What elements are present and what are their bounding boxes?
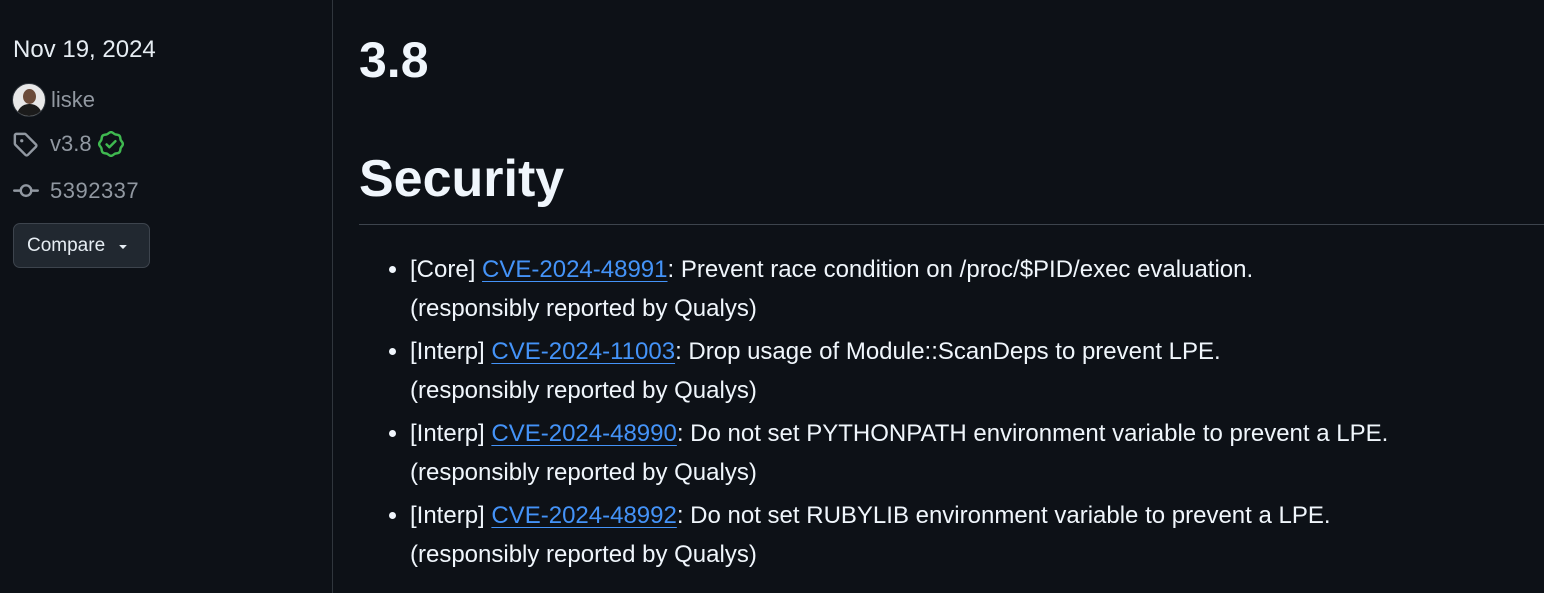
list-item: [Core] CVE-2024-48991: Prevent race cond… bbox=[410, 250, 1544, 328]
avatar[interactable] bbox=[12, 83, 46, 117]
release-page: Nov 19, 2024 liske v3.8 5392337 Compare … bbox=[0, 0, 1544, 593]
item-component: [Interp] bbox=[410, 502, 492, 529]
item-credit: (responsibly reported by Qualys) bbox=[410, 295, 757, 322]
release-sidebar: Nov 19, 2024 liske v3.8 5392337 Compare bbox=[0, 0, 333, 593]
cve-link[interactable]: CVE-2024-48992 bbox=[491, 502, 676, 529]
triangle-down-icon bbox=[115, 238, 131, 254]
commit-sha[interactable]: 5392337 bbox=[50, 178, 139, 204]
item-description: : Do not set PYTHONPATH environment vari… bbox=[676, 420, 1389, 447]
tag-icon bbox=[12, 131, 50, 157]
item-credit: (responsibly reported by Qualys) bbox=[410, 459, 757, 486]
verified-check-icon[interactable] bbox=[97, 131, 124, 157]
list-item: [Interp] CVE-2024-11003: Drop usage of M… bbox=[410, 332, 1544, 410]
item-description: : Drop usage of Module::ScanDeps to prev… bbox=[675, 338, 1221, 365]
release-tag[interactable]: v3.8 bbox=[12, 131, 124, 157]
release-date: Nov 19, 2024 bbox=[13, 36, 156, 63]
release-title[interactable]: 3.8 bbox=[359, 30, 429, 90]
release-author[interactable]: liske bbox=[12, 83, 95, 117]
list-item: [Interp] CVE-2024-48992: Do not set RUBY… bbox=[410, 496, 1544, 574]
heading-divider bbox=[359, 224, 1544, 225]
tag-label[interactable]: v3.8 bbox=[50, 131, 92, 157]
item-description: : Prevent race condition on /proc/$PID/e… bbox=[667, 256, 1254, 283]
author-link[interactable]: liske bbox=[51, 87, 95, 113]
cve-link[interactable]: CVE-2024-11003 bbox=[491, 338, 675, 365]
compare-label: Compare bbox=[27, 234, 106, 256]
item-credit: (responsibly reported by Qualys) bbox=[410, 541, 757, 568]
cve-link[interactable]: CVE-2024-48991 bbox=[482, 256, 667, 283]
release-notes-list: [Core] CVE-2024-48991: Prevent race cond… bbox=[359, 250, 1544, 578]
compare-button[interactable]: Compare bbox=[13, 223, 150, 268]
git-commit-icon bbox=[12, 178, 50, 204]
cve-link[interactable]: CVE-2024-48990 bbox=[491, 420, 676, 447]
release-commit[interactable]: 5392337 bbox=[12, 178, 139, 204]
item-description: : Do not set RUBYLIB environment variabl… bbox=[676, 502, 1331, 529]
item-component: [Core] bbox=[410, 256, 483, 283]
item-component: [Interp] bbox=[410, 338, 492, 365]
section-heading-security: Security bbox=[359, 150, 565, 208]
list-item: [Interp] CVE-2024-48990: Do not set PYTH… bbox=[410, 414, 1544, 492]
item-component: [Interp] bbox=[410, 420, 492, 447]
item-credit: (responsibly reported by Qualys) bbox=[410, 377, 757, 404]
